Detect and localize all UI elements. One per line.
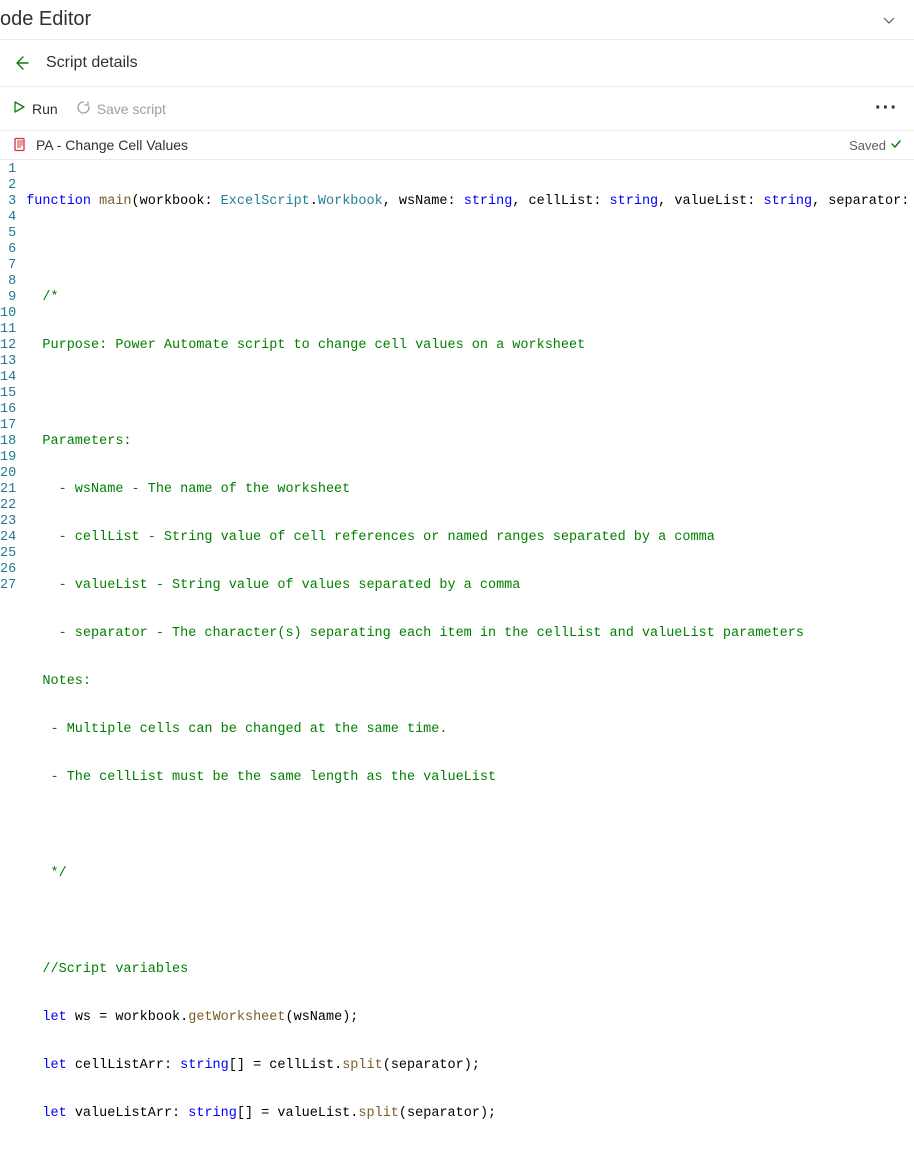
code-line: - Multiple cells can be changed at the s… xyxy=(26,722,914,738)
code-line: Parameters: xyxy=(26,434,914,450)
page-title: ode Editor xyxy=(0,8,91,31)
run-label: Run xyxy=(32,101,58,117)
code-line xyxy=(26,242,914,258)
back-arrow-icon[interactable] xyxy=(12,54,30,72)
save-icon xyxy=(76,100,91,118)
code-line: let valueListArr: string[] = valueList.s… xyxy=(26,1106,914,1122)
code-line: Purpose: Power Automate script to change… xyxy=(26,338,914,354)
run-button[interactable]: Run xyxy=(12,100,58,117)
code-line xyxy=(26,386,914,402)
code-line: */ xyxy=(26,866,914,882)
play-icon xyxy=(12,100,26,117)
script-name: PA - Change Cell Values xyxy=(36,137,188,153)
save-label: Save script xyxy=(97,101,166,117)
code-line: Notes: xyxy=(26,674,914,690)
code-content[interactable]: function main(workbook: ExcelScript.Work… xyxy=(26,160,914,1150)
script-header: PA - Change Cell Values Saved xyxy=(0,131,914,160)
saved-status: Saved xyxy=(849,138,902,153)
chevron-down-icon[interactable] xyxy=(878,9,900,31)
line-gutter: 1 2 3 4 5 6 7 8 9 10 11 12 13 14 15 16 1… xyxy=(0,160,26,1150)
more-options-button[interactable]: ··· xyxy=(871,95,902,122)
code-line xyxy=(26,818,914,834)
saved-label: Saved xyxy=(849,138,886,153)
code-line: - valueList - String value of values sep… xyxy=(26,578,914,594)
code-line: //Script variables xyxy=(26,962,914,978)
save-script-button[interactable]: Save script xyxy=(76,100,166,118)
code-line: let cellListArr: string[] = cellList.spl… xyxy=(26,1058,914,1074)
code-editor[interactable]: 1 2 3 4 5 6 7 8 9 10 11 12 13 14 15 16 1… xyxy=(0,160,914,1150)
code-line: - separator - The character(s) separatin… xyxy=(26,626,914,642)
breadcrumb-bar: Script details xyxy=(0,40,914,87)
breadcrumb: Script details xyxy=(46,54,138,72)
check-icon xyxy=(890,138,902,153)
code-line xyxy=(26,914,914,930)
toolbar: Run Save script ··· xyxy=(0,87,914,131)
code-line: - The cellList must be the same length a… xyxy=(26,770,914,786)
code-line: let ws = workbook.getWorksheet(wsName); xyxy=(26,1010,914,1026)
header: ode Editor xyxy=(0,0,914,40)
code-line: - wsName - The name of the worksheet xyxy=(26,482,914,498)
code-line: /* xyxy=(26,290,914,306)
code-line: function main(workbook: ExcelScript.Work… xyxy=(26,194,914,210)
script-file-icon xyxy=(12,137,28,153)
code-line: - cellList - String value of cell refere… xyxy=(26,530,914,546)
